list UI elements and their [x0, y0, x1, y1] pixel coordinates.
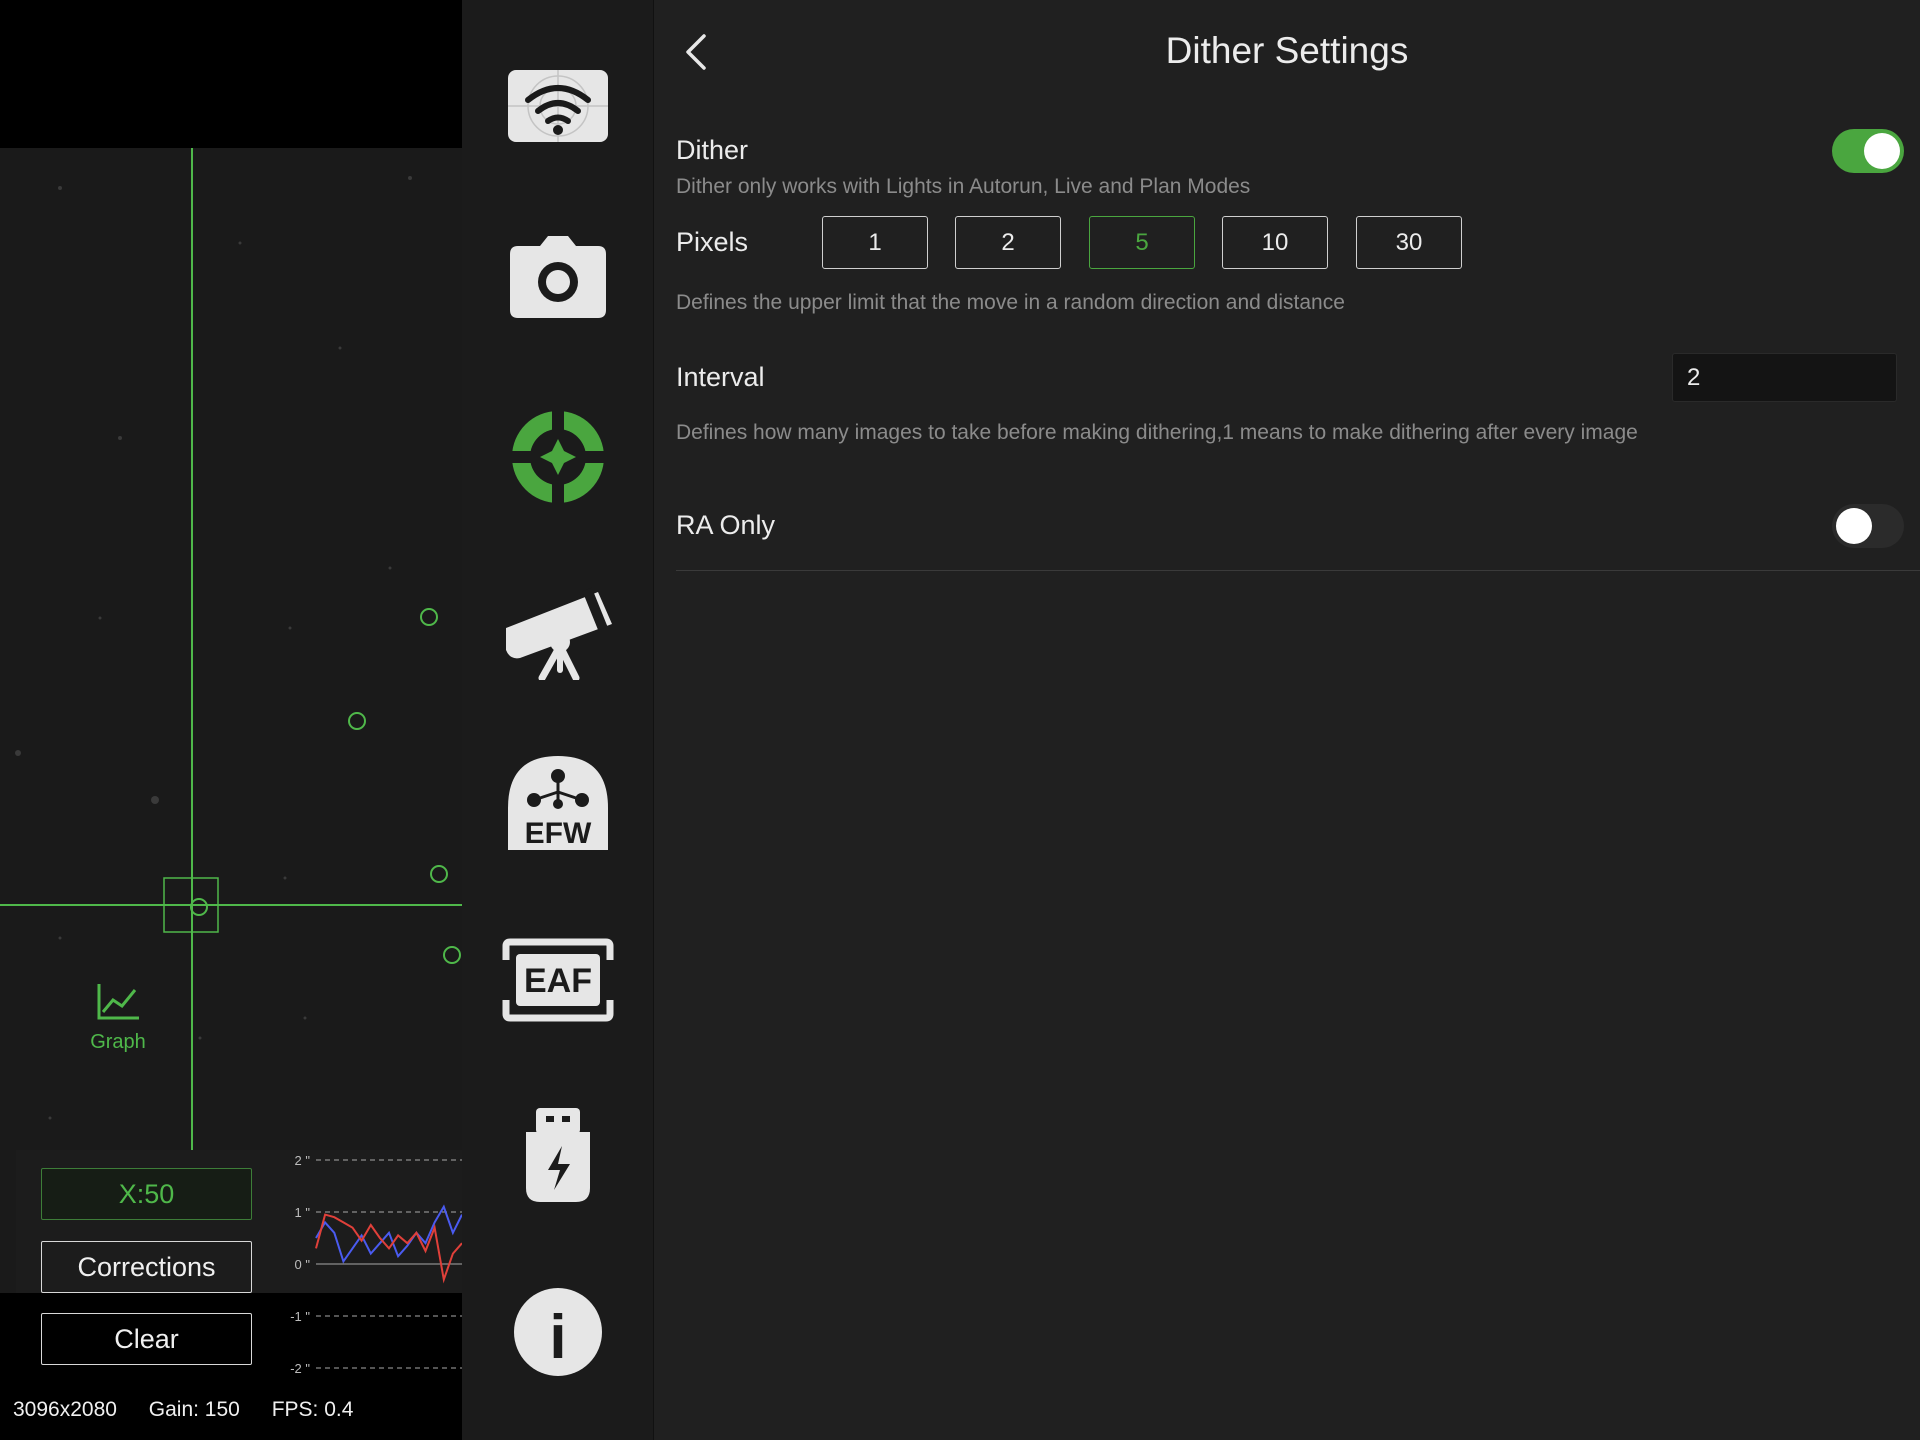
toggle-knob	[1836, 508, 1872, 544]
eaf-icon: EAF	[502, 938, 614, 1022]
telescope-icon	[506, 587, 612, 680]
efw-text: EFW	[525, 817, 592, 850]
corrections-button[interactable]: Corrections	[41, 1241, 252, 1293]
star-field-graphic	[15, 176, 461, 1120]
gain-readout: Gain: 150	[148, 1398, 240, 1421]
pixels-description: Defines the upper limit that the move in…	[676, 291, 1345, 314]
chart-y-tick-label: 2 "	[295, 1153, 311, 1168]
ra-only-toggle[interactable]	[1832, 504, 1904, 548]
guide-view: Graph X:50 Corrections Clear 2 " 1 " 0 " -1…	[0, 0, 462, 1440]
efw-icon: EFW	[508, 756, 608, 850]
guide-scale-button[interactable]: X:50	[41, 1168, 252, 1220]
info-icon: i	[514, 1288, 602, 1376]
dither-toggle[interactable]	[1832, 129, 1904, 173]
guide-error-chart: 2 " 1 " 0 " -1 " -2 "	[290, 1153, 462, 1376]
divider	[676, 570, 1920, 571]
eaf-text: EAF	[524, 962, 592, 1000]
interval-label: Interval	[676, 362, 765, 392]
graph-label: Graph	[90, 1031, 146, 1053]
guide-star-image[interactable]	[0, 148, 462, 1293]
sidebar-item-wifi[interactable]	[498, 46, 618, 166]
chart-y-tick-label: 0 "	[295, 1257, 311, 1272]
chart-y-tick-label: 1 "	[295, 1205, 311, 1220]
device-sidebar: EFW EAF i	[462, 0, 654, 1440]
info-glyph: i	[549, 1303, 566, 1372]
sidebar-item-filter-wheel[interactable]: EFW	[498, 744, 618, 864]
sidebar-item-telescope[interactable]	[498, 572, 618, 692]
pixels-label: Pixels	[676, 227, 749, 257]
sidebar-item-guide[interactable]	[498, 397, 618, 517]
resolution-readout: 3096x2080	[13, 1398, 117, 1421]
sidebar-item-focuser[interactable]: EAF	[498, 920, 618, 1040]
camera-icon	[510, 236, 606, 318]
pixels-option-10[interactable]: 10	[1222, 216, 1328, 269]
camera-status-line: 3096x2080 Gain: 150 FPS: 0.4	[13, 1398, 379, 1422]
graph-icon	[97, 984, 139, 1020]
usb-power-icon	[526, 1108, 590, 1202]
dither-label: Dither	[676, 135, 749, 165]
guide-top-bar	[0, 0, 462, 148]
interval-input[interactable]	[1672, 353, 1897, 402]
pixels-option-1[interactable]: 1	[822, 216, 928, 269]
chart-y-tick-label: -2 "	[290, 1361, 310, 1376]
chart-y-tick-label: -1 "	[290, 1309, 310, 1324]
toggle-knob	[1864, 133, 1900, 169]
interval-description: Defines how many images to take before m…	[676, 421, 1638, 444]
fps-readout: FPS: 0.4	[271, 1398, 354, 1421]
clear-button[interactable]: Clear	[41, 1313, 252, 1365]
sidebar-item-power[interactable]	[498, 1096, 618, 1216]
guide-target-icon	[510, 409, 606, 505]
sidebar-item-camera[interactable]	[498, 218, 618, 338]
pixels-option-5[interactable]: 5	[1089, 216, 1195, 269]
wifi-icon	[508, 70, 608, 142]
crosshair-vertical-line	[191, 148, 193, 1293]
pixels-option-30[interactable]: 30	[1356, 216, 1462, 269]
pixels-option-2[interactable]: 2	[955, 216, 1061, 269]
sidebar-item-info[interactable]: i	[498, 1272, 618, 1392]
crosshair-horizontal-line	[0, 904, 462, 906]
ra-only-label: RA Only	[676, 510, 776, 540]
dither-description: Dither only works with Lights in Autorun…	[676, 175, 1251, 198]
dither-settings-panel: Dither Settings Dither Dither only works…	[654, 0, 1920, 1440]
page-title: Dither Settings	[1165, 30, 1409, 71]
graph-button[interactable]: Graph	[80, 982, 156, 1058]
